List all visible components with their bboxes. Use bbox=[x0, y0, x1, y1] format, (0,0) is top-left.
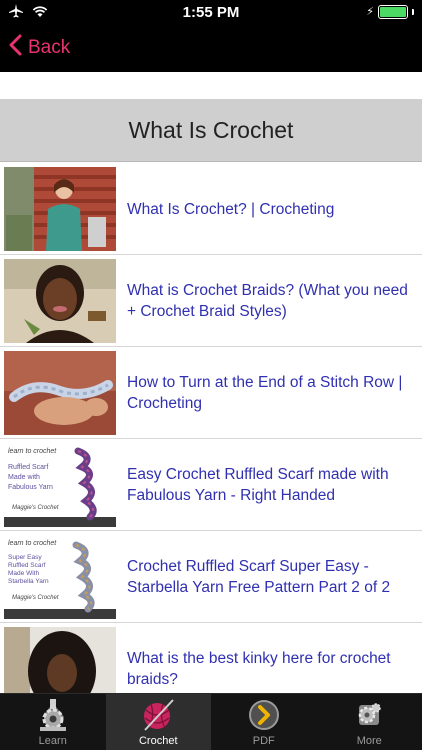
thumbnail-caption: Made With bbox=[8, 570, 39, 577]
thumbnail-caption: Maggie's Crochet bbox=[12, 505, 59, 511]
thumbnail-caption: Made with bbox=[8, 474, 40, 481]
video-thumbnail: learn to crochet Ruffled Scarf Made with… bbox=[4, 443, 116, 527]
thumbnail-caption: Ruffled Scarf bbox=[8, 464, 48, 471]
video-title: What is Crochet Braids? (What you need +… bbox=[127, 282, 408, 320]
back-button[interactable]: Back bbox=[8, 34, 70, 62]
thumbnail-caption: Super Easy bbox=[8, 554, 42, 561]
chevron-left-icon bbox=[8, 34, 22, 62]
tab-label: Crochet bbox=[138, 735, 178, 747]
gear-more-icon bbox=[351, 698, 387, 732]
gear-icon bbox=[35, 698, 71, 732]
thumbnail-caption: learn to crochet bbox=[8, 540, 57, 547]
video-row[interactable]: What is the best kinky here for crochet … bbox=[0, 623, 422, 693]
section-header: What Is Crochet bbox=[0, 100, 422, 162]
back-label: Back bbox=[28, 37, 71, 58]
thumbnail-caption: Maggie's Crochet bbox=[12, 595, 59, 601]
navigation-bar: Back bbox=[0, 26, 422, 72]
battery-nub bbox=[412, 9, 414, 15]
video-title: What is the best kinky here for crochet … bbox=[127, 650, 391, 688]
video-title: Easy Crochet Ruffled Scarf made with Fab… bbox=[127, 466, 389, 504]
tab-bar: Learn Crochet PDF More bbox=[0, 693, 422, 750]
video-row[interactable]: What is Crochet Braids? (What you need +… bbox=[0, 255, 422, 347]
video-thumbnail bbox=[4, 351, 116, 435]
tab-crochet[interactable]: Crochet bbox=[105, 694, 211, 750]
thumbnail-caption: learn to crochet bbox=[8, 448, 57, 455]
status-time: 1:55 PM bbox=[182, 4, 240, 21]
video-thumbnail: learn to crochet Super Easy Ruffled Scar… bbox=[4, 535, 116, 619]
status-bar: 1:55 PM ⚡ bbox=[0, 0, 422, 26]
charging-bolt-icon: ⚡ bbox=[366, 5, 374, 18]
battery-fill bbox=[380, 7, 406, 17]
thumbnail-caption: Ruffled Scarf bbox=[8, 562, 46, 569]
video-title: What Is Crochet? | Crocheting bbox=[127, 200, 335, 218]
tab-learn[interactable]: Learn bbox=[0, 694, 106, 750]
video-row[interactable]: learn to crochet Super Easy Ruffled Scar… bbox=[0, 531, 422, 623]
header-spacer bbox=[0, 72, 422, 100]
tab-label: More bbox=[356, 735, 382, 747]
yarn-ball-icon bbox=[140, 698, 176, 732]
video-thumbnail bbox=[4, 259, 116, 343]
thumbnail-caption: Fabulous Yarn bbox=[8, 484, 53, 491]
chevron-right-circle-icon bbox=[246, 698, 282, 732]
video-list[interactable]: What Is Crochet? | Crocheting What is Cr… bbox=[0, 163, 422, 693]
status-right: ⚡ bbox=[366, 5, 414, 19]
video-row[interactable]: What Is Crochet? | Crocheting bbox=[0, 163, 422, 255]
tab-label: Learn bbox=[38, 735, 67, 747]
tab-more[interactable]: More bbox=[317, 694, 422, 750]
video-thumbnail bbox=[4, 627, 116, 693]
thumbnail-caption: Starbella Yarn bbox=[8, 578, 49, 585]
video-thumbnail bbox=[4, 167, 116, 251]
section-title: What Is Crochet bbox=[128, 117, 294, 143]
video-title: How to Turn at the End of a Stitch Row |… bbox=[127, 374, 403, 412]
tab-pdf[interactable]: PDF bbox=[211, 694, 317, 750]
tab-label: PDF bbox=[252, 735, 275, 747]
video-title: Crochet Ruffled Scarf Super Easy - Starb… bbox=[127, 558, 391, 596]
battery-icon bbox=[378, 5, 408, 19]
video-row[interactable]: How to Turn at the End of a Stitch Row |… bbox=[0, 347, 422, 439]
video-row[interactable]: learn to crochet Ruffled Scarf Made with… bbox=[0, 439, 422, 531]
